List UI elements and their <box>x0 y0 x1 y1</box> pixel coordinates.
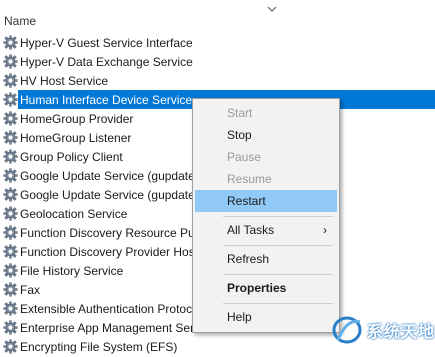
menu-item-resume[interactable]: Resume <box>195 168 337 190</box>
service-row[interactable]: HV Host Service <box>0 71 435 90</box>
service-gear-icon <box>3 187 18 202</box>
service-name: File History Service <box>20 263 124 278</box>
service-gear-icon <box>3 339 18 354</box>
service-gear-icon <box>3 73 18 88</box>
service-gear-icon <box>3 206 18 221</box>
watermark-text: 系统天地 <box>367 324 435 341</box>
menu-item-start[interactable]: Start <box>195 102 337 124</box>
service-name: Human Interface Device Service <box>20 92 193 107</box>
menu-separator <box>223 303 333 304</box>
service-gear-icon <box>3 168 18 183</box>
service-gear-icon <box>3 282 18 297</box>
service-name: Hyper-V Data Exchange Service <box>20 54 193 69</box>
service-name: Group Policy Client <box>20 149 123 164</box>
service-name: Extensible Authentication Protoc <box>20 301 193 316</box>
service-gear-icon <box>3 54 18 69</box>
menu-separator <box>223 216 333 217</box>
submenu-arrow-icon: › <box>323 223 327 237</box>
service-name: Geolocation Service <box>20 206 128 221</box>
menu-separator <box>223 274 333 275</box>
service-name: HV Host Service <box>20 73 109 88</box>
service-gear-icon <box>3 92 18 107</box>
menu-item-restart[interactable]: Restart <box>195 190 337 212</box>
service-gear-icon <box>3 263 18 278</box>
service-gear-icon <box>3 149 18 164</box>
service-name: Enterprise App Management Serv <box>20 320 201 335</box>
menu-item-stop[interactable]: Stop <box>195 124 337 146</box>
service-gear-icon <box>3 130 18 145</box>
service-name: Function Discovery Resource Pul <box>20 225 198 240</box>
service-name: HomeGroup Provider <box>20 111 134 126</box>
service-gear-icon <box>3 320 18 335</box>
menu-item-properties[interactable]: Properties <box>195 277 337 299</box>
column-header-name[interactable]: Name <box>4 14 36 28</box>
menu-item-refresh[interactable]: Refresh <box>195 248 337 270</box>
service-gear-icon <box>3 225 18 240</box>
menu-item-all-tasks-label: All Tasks <box>227 223 275 237</box>
service-gear-icon <box>3 301 18 316</box>
menu-separator <box>223 245 333 246</box>
menu-item-all-tasks[interactable]: All Tasks › <box>195 219 337 241</box>
menu-item-pause[interactable]: Pause <box>195 146 337 168</box>
context-menu: Start Stop Pause Resume Restart All Task… <box>192 98 340 333</box>
service-gear-icon <box>3 244 18 259</box>
sort-chevron-icon[interactable] <box>266 4 278 14</box>
service-name: HomeGroup Listener <box>20 130 132 145</box>
service-row[interactable]: Hyper-V Guest Service Interface <box>0 33 435 52</box>
service-name: Function Discovery Provider Hos <box>20 244 195 259</box>
menu-item-help[interactable]: Help <box>195 306 337 328</box>
service-name: Google Update Service (gupdate <box>20 168 195 183</box>
service-name: Hyper-V Guest Service Interface <box>20 35 193 50</box>
service-row[interactable]: Hyper-V Data Exchange Service <box>0 52 435 71</box>
service-name: Google Update Service (gupdate <box>20 187 195 202</box>
service-name: Fax <box>20 282 41 297</box>
service-gear-icon <box>3 111 18 126</box>
service-gear-icon <box>3 35 18 50</box>
service-name: Encrypting File System (EFS) <box>20 339 178 354</box>
